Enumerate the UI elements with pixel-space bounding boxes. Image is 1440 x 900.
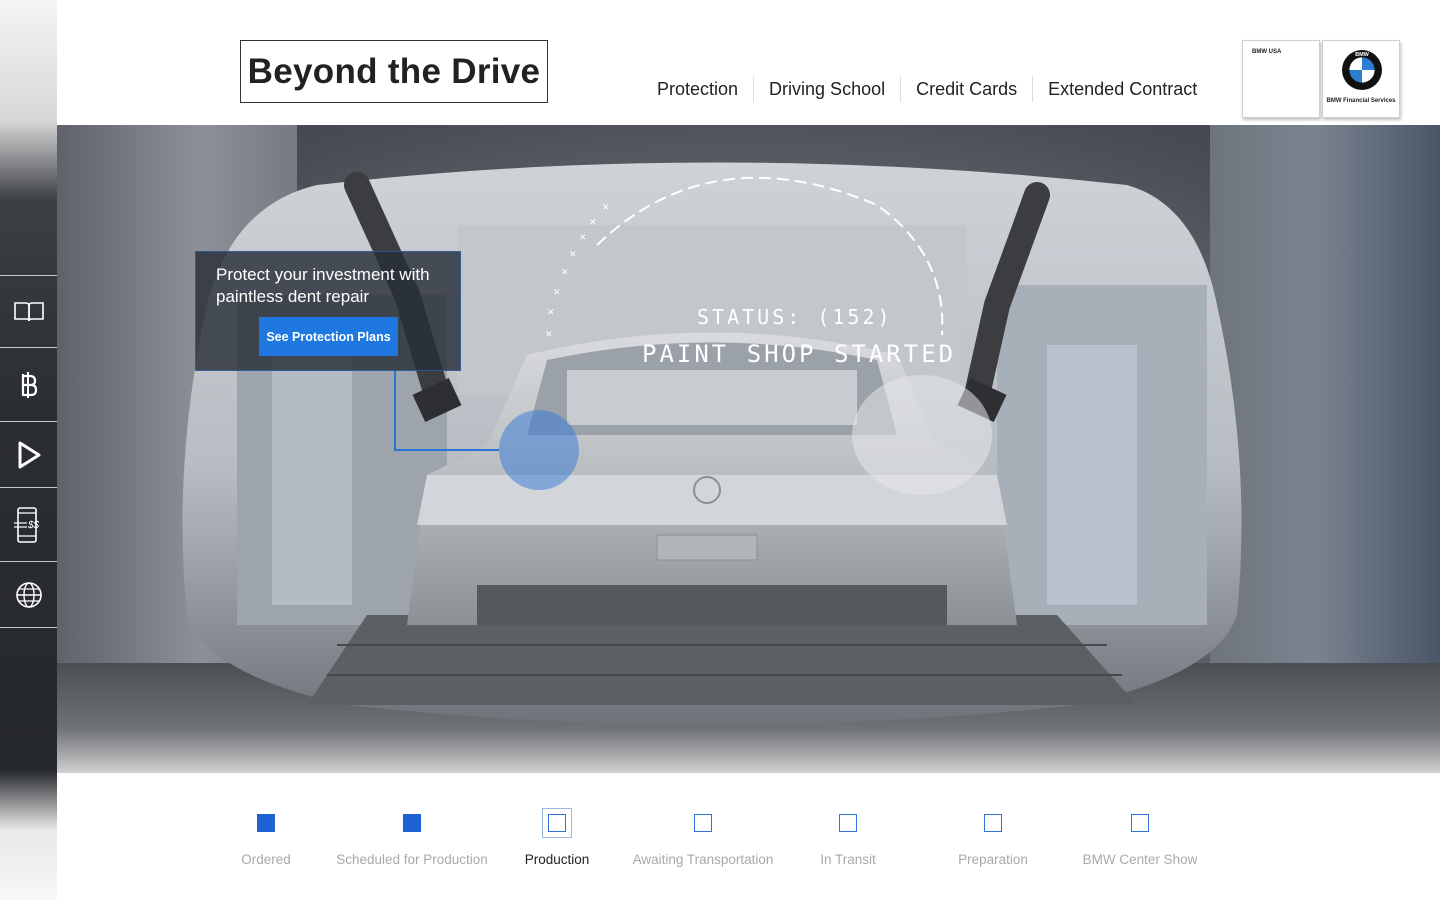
svg-text:✕: ✕ [569, 250, 577, 260]
promo-text: Protect your investment with paintless d… [216, 265, 430, 306]
svg-text:✕: ✕ [545, 330, 553, 340]
step-current-marker [542, 808, 572, 838]
step-pending-marker [839, 814, 857, 832]
svg-text:✕: ✕ [579, 233, 587, 243]
book-icon [13, 301, 44, 321]
main-nav: Protection Driving School Credit Cards E… [642, 76, 1212, 102]
bmw-usa-logo[interactable]: BMW USA [1242, 40, 1320, 118]
svg-text:✕: ✕ [553, 288, 561, 298]
step-label: Ordered [241, 852, 291, 867]
nav-credit-cards[interactable]: Credit Cards [900, 76, 1032, 102]
mobile-payment-icon: $$ [13, 506, 40, 543]
svg-text:✕: ✕ [547, 308, 555, 318]
protection-promo-card: Protect your investment with paintless d… [195, 251, 461, 371]
sidebar-item-media[interactable] [0, 421, 57, 487]
sidebar-item-payment[interactable] [0, 347, 57, 421]
bmw-roundel-icon: BMW [1342, 50, 1382, 90]
step-label: Preparation [958, 852, 1028, 867]
sidebar-item-mobile-pay[interactable]: $$ [0, 487, 57, 561]
step-preparation[interactable]: Preparation [908, 773, 1078, 900]
page: $$ Beyond the Drive Protection Driving S… [0, 0, 1440, 900]
sidebar-item-language[interactable] [0, 561, 57, 628]
nav-extended-contract[interactable]: Extended Contract [1032, 76, 1212, 102]
baht-currency-icon [21, 371, 37, 398]
see-protection-plans-button[interactable]: See Protection Plans [259, 317, 398, 356]
sidebar-item-guide[interactable] [0, 275, 57, 347]
step-label: BMW Center Show [1082, 852, 1198, 867]
globe-icon [15, 581, 42, 608]
left-sidebar: $$ [0, 0, 57, 900]
status-title: PAINT SHOP STARTED [642, 340, 957, 368]
step-bmw-center-show[interactable]: BMW Center Show [1055, 773, 1225, 900]
bmw-usa-label: BMW USA [1252, 49, 1282, 55]
nav-driving-school[interactable]: Driving School [753, 76, 900, 102]
step-label: Production [524, 852, 590, 867]
header: Beyond the Drive Protection Driving Scho… [57, 0, 1440, 125]
dollar-glyph: $$ [27, 520, 40, 531]
step-done-marker [403, 814, 421, 832]
svg-text:✕: ✕ [589, 218, 597, 228]
step-production[interactable]: Production [472, 773, 642, 900]
step-done-marker [257, 814, 275, 832]
svg-text:✕: ✕ [602, 203, 610, 213]
play-icon [18, 441, 40, 468]
step-ordered[interactable]: Ordered [181, 773, 351, 900]
step-pending-marker [1131, 814, 1149, 832]
svg-text:✕: ✕ [561, 268, 569, 278]
paint-shop-visor: ✕✕✕ ✕✕✕ ✕✕ [182, 162, 1242, 725]
status-code: STATUS: (152) [697, 305, 893, 329]
bmw-financial-label: BMW Financial Services [1326, 98, 1396, 104]
hero-factory-view: ✕ ✕ ✕ ✕ ✕ ✕ ✕ ✕ STATUS: (152) PAINT SHOP STAR… [57, 125, 1440, 773]
nav-protection[interactable]: Protection [642, 76, 753, 102]
order-progress: Ordered Scheduled for Production Product… [57, 773, 1440, 900]
page-title[interactable]: Beyond the Drive [240, 40, 548, 103]
step-pending-marker [694, 814, 712, 832]
step-pending-marker [984, 814, 1002, 832]
roundel-letters: BMW [1355, 52, 1370, 58]
bmw-financial-logo[interactable]: BMW BMW Financial Services [1322, 40, 1400, 118]
